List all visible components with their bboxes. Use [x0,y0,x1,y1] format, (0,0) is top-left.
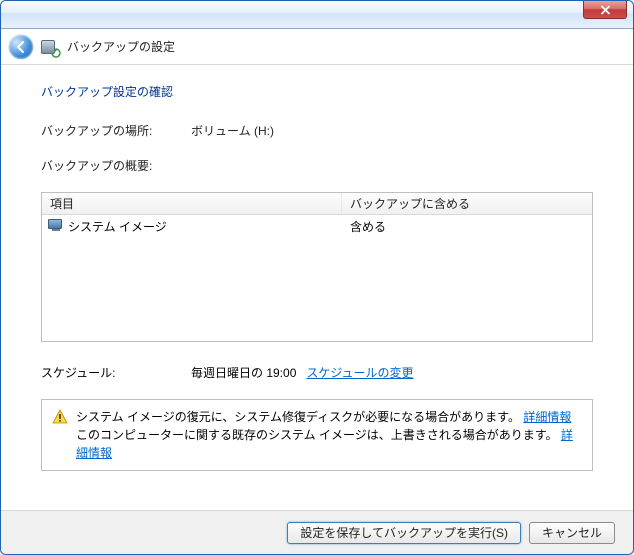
backup-icon [41,38,59,56]
content-area: バックアップ設定の確認 バックアップの場所: ボリューム (H:) バックアップ… [1,65,633,471]
row-item-include: 含める [342,218,592,235]
footer: 設定を保存してバックアップを実行(S) キャンセル [1,510,633,554]
schedule-row: スケジュール: 毎週日曜日の 19:00 スケジュールの変更 [41,364,593,381]
column-header-item[interactable]: 項目 [42,193,342,214]
back-button[interactable] [9,35,33,59]
cancel-button[interactable]: キャンセル [529,522,615,544]
summary-list: 項目 バックアップに含める システム イメージ 含める [41,192,593,342]
change-schedule-link[interactable]: スケジュールの変更 [306,364,413,381]
system-image-icon [48,219,64,233]
warning-box: システム イメージの復元に、システム修復ディスクが必要になる場合があります。 詳… [41,399,593,471]
titlebar [1,1,633,29]
location-label: バックアップの場所: [41,122,191,139]
schedule-label: スケジュール: [41,364,191,381]
close-button[interactable] [583,1,627,19]
header-title: バックアップの設定 [67,38,175,55]
warning-text: システム イメージの復元に、システム修復ディスクが必要になる場合があります。 詳… [76,408,582,462]
schedule-value: 毎週日曜日の 19:00 [191,364,296,381]
column-header-include[interactable]: バックアップに含める [342,195,592,212]
back-arrow-icon [14,40,28,54]
warning-line1: システム イメージの復元に、システム修復ディスクが必要になる場合があります。 [76,410,520,424]
warning-link-1[interactable]: 詳細情報 [523,410,571,424]
summary-label-row: バックアップの概要: [41,157,593,174]
backup-location-row: バックアップの場所: ボリューム (H:) [41,122,593,139]
section-title: バックアップ設定の確認 [41,83,593,100]
row-item-name: システム イメージ [68,218,167,235]
save-run-button[interactable]: 設定を保存してバックアップを実行(S) [287,522,521,544]
warning-icon [52,409,68,425]
warning-line2: このコンピューターに関する既存のシステム イメージは、上書きされる場合があります… [76,428,558,442]
close-icon [600,5,611,15]
location-value: ボリューム (H:) [191,122,274,139]
summary-label: バックアップの概要: [41,157,191,174]
list-header: 項目 バックアップに含める [42,193,592,215]
header-bar: バックアップの設定 [1,29,633,65]
dialog-window: バックアップの設定 バックアップ設定の確認 バックアップの場所: ボリューム (… [0,0,634,555]
table-row[interactable]: システム イメージ 含める [42,215,592,235]
